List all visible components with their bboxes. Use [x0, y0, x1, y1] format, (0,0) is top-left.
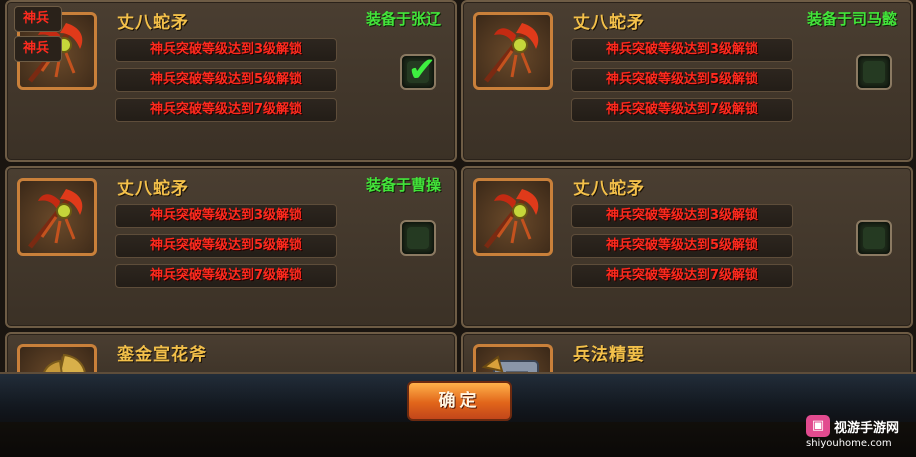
equipped-to-label: 装备于司马懿	[806, 10, 897, 28]
equipped-to-label: 装备于曹操	[365, 176, 441, 194]
weapon-name: 丈八蛇矛	[117, 179, 189, 199]
unlock-condition: 神兵突破等级达到7级解锁	[571, 98, 793, 122]
watermark-title: 视游手游网	[834, 421, 900, 436]
checkbox-inner	[863, 227, 885, 249]
weapon-card[interactable]: 丈八蛇矛 装备于张辽 神兵突破等级达到3级解锁 神兵突破等级达到5级解锁 神兵突…	[5, 0, 457, 162]
weapon-name: 銮金宣花斧	[117, 345, 207, 365]
checkbox-inner	[863, 61, 885, 83]
weapon-list: 丈八蛇矛 装备于张辽 神兵突破等级达到3级解锁 神兵突破等级达到5级解锁 神兵突…	[0, 0, 916, 404]
weapon-spear-icon	[473, 178, 553, 256]
unlock-condition: 神兵突破等级达到7级解锁	[115, 98, 337, 122]
weapon-name: 丈八蛇矛	[573, 179, 645, 199]
weapon-card[interactable]: 丈八蛇矛 装备于曹操 神兵突破等级达到3级解锁 神兵突破等级达到5级解锁 神兵突…	[5, 166, 457, 328]
weapon-name: 兵法精要	[573, 345, 645, 365]
weapon-spear-icon	[473, 12, 553, 90]
weapon-name: 丈八蛇矛	[117, 13, 189, 33]
select-checkbox[interactable]	[856, 220, 892, 256]
unlock-condition: 神兵突破等级达到7级解锁	[571, 264, 793, 288]
checkbox-inner	[407, 227, 429, 249]
weapon-card[interactable]: 丈八蛇矛 神兵突破等级达到3级解锁 神兵突破等级达到5级解锁 神兵突破等级达到7…	[461, 166, 913, 328]
weapon-spear-icon	[17, 178, 97, 256]
select-checkbox[interactable]	[856, 54, 892, 90]
unlock-condition: 神兵突破等级达到5级解锁	[571, 68, 793, 92]
overlay-tab[interactable]: 神兵	[14, 6, 62, 32]
unlock-condition: 神兵突破等级达到3级解锁	[115, 38, 337, 62]
unlock-condition: 神兵突破等级达到5级解锁	[115, 68, 337, 92]
unlock-condition: 神兵突破等级达到3级解锁	[571, 204, 793, 228]
select-checkbox[interactable]: ✔	[400, 50, 436, 90]
overlay-tab[interactable]: 神兵	[14, 36, 62, 62]
equipped-to-label: 装备于张辽	[365, 10, 441, 28]
weapon-name: 丈八蛇矛	[573, 13, 645, 33]
unlock-condition: 神兵突破等级达到5级解锁	[115, 234, 337, 258]
tv-logo-icon: ▣	[806, 415, 830, 437]
unlock-condition: 神兵突破等级达到3级解锁	[571, 38, 793, 62]
watermark: ▣ 视游手游网 shiyouhome.com	[806, 411, 910, 451]
confirm-button[interactable]: 确定	[407, 381, 512, 421]
unlock-condition: 神兵突破等级达到7级解锁	[115, 264, 337, 288]
watermark-url: shiyouhome.com	[806, 438, 892, 449]
unlock-condition: 神兵突破等级达到5级解锁	[571, 234, 793, 258]
weapon-card[interactable]: 丈八蛇矛 装备于司马懿 神兵突破等级达到3级解锁 神兵突破等级达到5级解锁 神兵…	[461, 0, 913, 162]
select-checkbox[interactable]	[400, 220, 436, 256]
unlock-condition: 神兵突破等级达到3级解锁	[115, 204, 337, 228]
checkmark-icon: ✔	[407, 50, 437, 90]
